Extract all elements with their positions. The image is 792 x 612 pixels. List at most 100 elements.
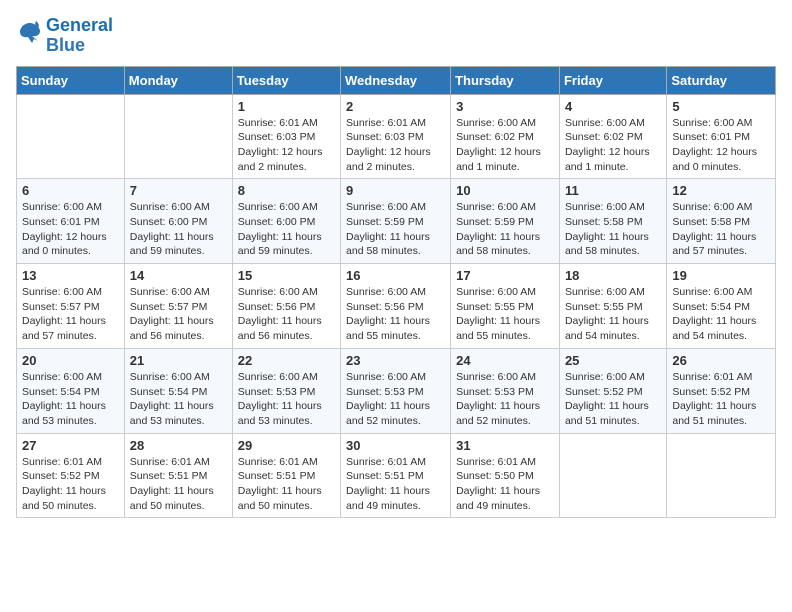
day-number: 23 [346,353,445,368]
calendar-cell: 8 Sunrise: 6:00 AM Sunset: 6:00 PM Daylig… [232,179,340,264]
day-number: 24 [456,353,554,368]
calendar-cell: 29 Sunrise: 6:01 AM Sunset: 5:51 PM Dayli… [232,433,340,518]
calendar-cell [17,94,125,179]
day-info: Sunrise: 6:00 AM Sunset: 5:59 PM Dayligh… [456,200,554,259]
day-number: 1 [238,99,335,114]
day-info: Sunrise: 6:00 AM Sunset: 5:53 PM Dayligh… [238,370,335,429]
day-info: Sunrise: 6:01 AM Sunset: 5:51 PM Dayligh… [238,455,335,514]
calendar-cell: 4 Sunrise: 6:00 AM Sunset: 6:02 PM Daylig… [559,94,666,179]
day-info: Sunrise: 6:00 AM Sunset: 6:02 PM Dayligh… [456,116,554,175]
day-info: Sunrise: 6:00 AM Sunset: 6:02 PM Dayligh… [565,116,661,175]
calendar-cell: 9Sunrise: 6:00 AM Sunset: 5:59 PM Daylig… [341,179,451,264]
column-header-friday: Friday [559,66,666,94]
day-number: 28 [130,438,227,453]
day-number: 2 [346,99,445,114]
day-info: Sunrise: 6:00 AM Sunset: 5:52 PM Dayligh… [565,370,661,429]
calendar-cell [667,433,776,518]
day-number: 19 [672,268,770,283]
day-info: Sunrise: 6:01 AM Sunset: 6:03 PM Dayligh… [238,116,335,175]
day-info: Sunrise: 6:00 AM Sunset: 5:56 PM Dayligh… [238,285,335,344]
calendar-cell: 18 Sunrise: 6:00 AM Sunset: 5:55 PM Dayli… [559,264,666,349]
day-info: Sunrise: 6:00 AM Sunset: 5:56 PM Dayligh… [346,285,445,344]
calendar-cell: 1 Sunrise: 6:01 AM Sunset: 6:03 PM Daylig… [232,94,340,179]
day-number: 22 [238,353,335,368]
day-info: Sunrise: 6:00 AM Sunset: 5:54 PM Dayligh… [22,370,119,429]
day-info: Sunrise: 6:00 AM Sunset: 5:59 PM Dayligh… [346,200,445,259]
calendar-cell: 28Sunrise: 6:01 AM Sunset: 5:51 PM Dayli… [124,433,232,518]
day-info: Sunrise: 6:01 AM Sunset: 5:52 PM Dayligh… [22,455,119,514]
calendar-week-1: 1 Sunrise: 6:01 AM Sunset: 6:03 PM Daylig… [17,94,776,179]
calendar-cell: 5 Sunrise: 6:00 AM Sunset: 6:01 PM Daylig… [667,94,776,179]
day-number: 3 [456,99,554,114]
calendar-cell: 27 Sunrise: 6:01 AM Sunset: 5:52 PM Dayli… [17,433,125,518]
day-number: 12 [672,183,770,198]
day-number: 13 [22,268,119,283]
day-number: 5 [672,99,770,114]
day-info: Sunrise: 6:00 AM Sunset: 5:55 PM Dayligh… [565,285,661,344]
calendar-table: SundayMondayTuesdayWednesdayThursdayFrid… [16,66,776,519]
day-info: Sunrise: 6:00 AM Sunset: 5:54 PM Dayligh… [130,370,227,429]
day-number: 20 [22,353,119,368]
calendar-cell: 20 Sunrise: 6:00 AM Sunset: 5:54 PM Dayli… [17,348,125,433]
day-info: Sunrise: 6:01 AM Sunset: 5:51 PM Dayligh… [346,455,445,514]
day-number: 16 [346,268,445,283]
calendar-cell: 23 Sunrise: 6:00 AM Sunset: 5:53 PM Dayli… [341,348,451,433]
column-header-monday: Monday [124,66,232,94]
calendar-cell: 30Sunrise: 6:01 AM Sunset: 5:51 PM Dayli… [341,433,451,518]
day-info: Sunrise: 6:00 AM Sunset: 5:53 PM Dayligh… [456,370,554,429]
calendar-cell: 21 Sunrise: 6:00 AM Sunset: 5:54 PM Dayli… [124,348,232,433]
calendar-week-5: 27 Sunrise: 6:01 AM Sunset: 5:52 PM Dayli… [17,433,776,518]
calendar-week-2: 6Sunrise: 6:00 AM Sunset: 6:01 PM Daylig… [17,179,776,264]
calendar-body: 1 Sunrise: 6:01 AM Sunset: 6:03 PM Daylig… [17,94,776,518]
column-header-wednesday: Wednesday [341,66,451,94]
day-number: 15 [238,268,335,283]
calendar-cell: 6Sunrise: 6:00 AM Sunset: 6:01 PM Daylig… [17,179,125,264]
calendar-cell: 17 Sunrise: 6:00 AM Sunset: 5:55 PM Dayli… [451,264,560,349]
day-number: 25 [565,353,661,368]
calendar-cell: 15 Sunrise: 6:00 AM Sunset: 5:56 PM Dayli… [232,264,340,349]
calendar-cell: 16 Sunrise: 6:00 AM Sunset: 5:56 PM Dayli… [341,264,451,349]
day-info: Sunrise: 6:00 AM Sunset: 6:00 PM Dayligh… [130,200,227,259]
calendar-cell: 31Sunrise: 6:01 AM Sunset: 5:50 PM Dayli… [451,433,560,518]
day-number: 10 [456,183,554,198]
day-number: 26 [672,353,770,368]
day-number: 7 [130,183,227,198]
day-info: Sunrise: 6:00 AM Sunset: 6:01 PM Dayligh… [672,116,770,175]
calendar-cell: 12Sunrise: 6:00 AM Sunset: 5:58 PM Dayli… [667,179,776,264]
calendar-cell [559,433,666,518]
day-number: 8 [238,183,335,198]
day-number: 17 [456,268,554,283]
column-header-saturday: Saturday [667,66,776,94]
day-info: Sunrise: 6:00 AM Sunset: 5:53 PM Dayligh… [346,370,445,429]
calendar-header-row: SundayMondayTuesdayWednesdayThursdayFrid… [17,66,776,94]
column-header-thursday: Thursday [451,66,560,94]
day-info: Sunrise: 6:01 AM Sunset: 6:03 PM Dayligh… [346,116,445,175]
page-header: General Blue [16,16,776,56]
calendar-cell: 7 Sunrise: 6:00 AM Sunset: 6:00 PM Daylig… [124,179,232,264]
day-number: 18 [565,268,661,283]
day-info: Sunrise: 6:00 AM Sunset: 5:55 PM Dayligh… [456,285,554,344]
day-info: Sunrise: 6:00 AM Sunset: 5:57 PM Dayligh… [130,285,227,344]
calendar-cell: 14 Sunrise: 6:00 AM Sunset: 5:57 PM Dayli… [124,264,232,349]
calendar-cell: 3 Sunrise: 6:00 AM Sunset: 6:02 PM Daylig… [451,94,560,179]
calendar-cell: 10 Sunrise: 6:00 AM Sunset: 5:59 PM Dayli… [451,179,560,264]
day-info: Sunrise: 6:01 AM Sunset: 5:52 PM Dayligh… [672,370,770,429]
day-number: 27 [22,438,119,453]
day-info: Sunrise: 6:00 AM Sunset: 6:00 PM Dayligh… [238,200,335,259]
calendar-cell: 26 Sunrise: 6:01 AM Sunset: 5:52 PM Dayli… [667,348,776,433]
column-header-sunday: Sunday [17,66,125,94]
logo: General Blue [16,16,113,56]
day-number: 4 [565,99,661,114]
logo-text: General Blue [46,16,113,56]
calendar-cell: 22 Sunrise: 6:00 AM Sunset: 5:53 PM Dayli… [232,348,340,433]
calendar-cell: 24 Sunrise: 6:00 AM Sunset: 5:53 PM Dayli… [451,348,560,433]
day-info: Sunrise: 6:00 AM Sunset: 5:57 PM Dayligh… [22,285,119,344]
calendar-week-3: 13 Sunrise: 6:00 AM Sunset: 5:57 PM Dayli… [17,264,776,349]
day-number: 21 [130,353,227,368]
calendar-cell: 19Sunrise: 6:00 AM Sunset: 5:54 PM Dayli… [667,264,776,349]
day-number: 29 [238,438,335,453]
calendar-cell: 25 Sunrise: 6:00 AM Sunset: 5:52 PM Dayli… [559,348,666,433]
calendar-cell [124,94,232,179]
day-number: 11 [565,183,661,198]
day-number: 14 [130,268,227,283]
